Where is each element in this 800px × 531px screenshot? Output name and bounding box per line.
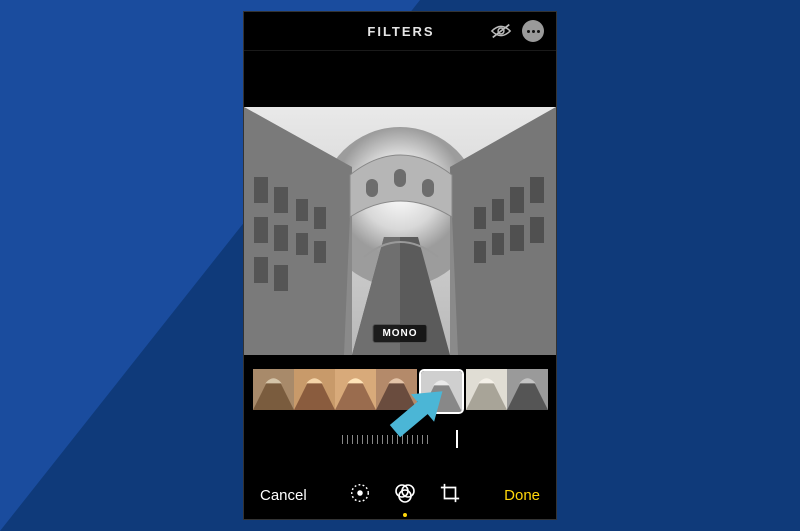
crop-tool-icon[interactable] <box>439 482 461 508</box>
done-button[interactable]: Done <box>504 487 540 504</box>
intensity-slider[interactable] <box>244 425 556 453</box>
filter-thumb[interactable] <box>253 369 294 410</box>
tutorial-slide: FILTERS <box>0 0 800 531</box>
header-actions <box>490 20 544 42</box>
editor-header: FILTERS <box>244 12 556 51</box>
more-options-icon[interactable] <box>522 20 544 42</box>
tool-tabs <box>349 481 461 509</box>
toggle-preview-icon[interactable] <box>490 23 512 39</box>
phone-screen: FILTERS <box>244 12 556 519</box>
filter-thumb[interactable] <box>466 369 507 410</box>
filter-thumb[interactable] <box>335 369 376 410</box>
filter-name-badge: MONO <box>372 324 427 343</box>
filters-tool-icon[interactable] <box>393 481 417 509</box>
adjust-tool-icon[interactable] <box>349 482 371 508</box>
slider-ticks <box>342 430 458 448</box>
filter-strip[interactable] <box>244 369 556 413</box>
filter-thumb[interactable] <box>294 369 335 410</box>
photo-preview[interactable]: MONO <box>244 107 556 355</box>
filter-thumb-selected[interactable] <box>419 369 464 414</box>
editor-footer: Cancel Done <box>244 471 556 519</box>
filter-thumb[interactable] <box>507 369 548 410</box>
cancel-button[interactable]: Cancel <box>260 487 307 504</box>
filter-thumb[interactable] <box>376 369 417 410</box>
page-title: FILTERS <box>312 24 490 39</box>
